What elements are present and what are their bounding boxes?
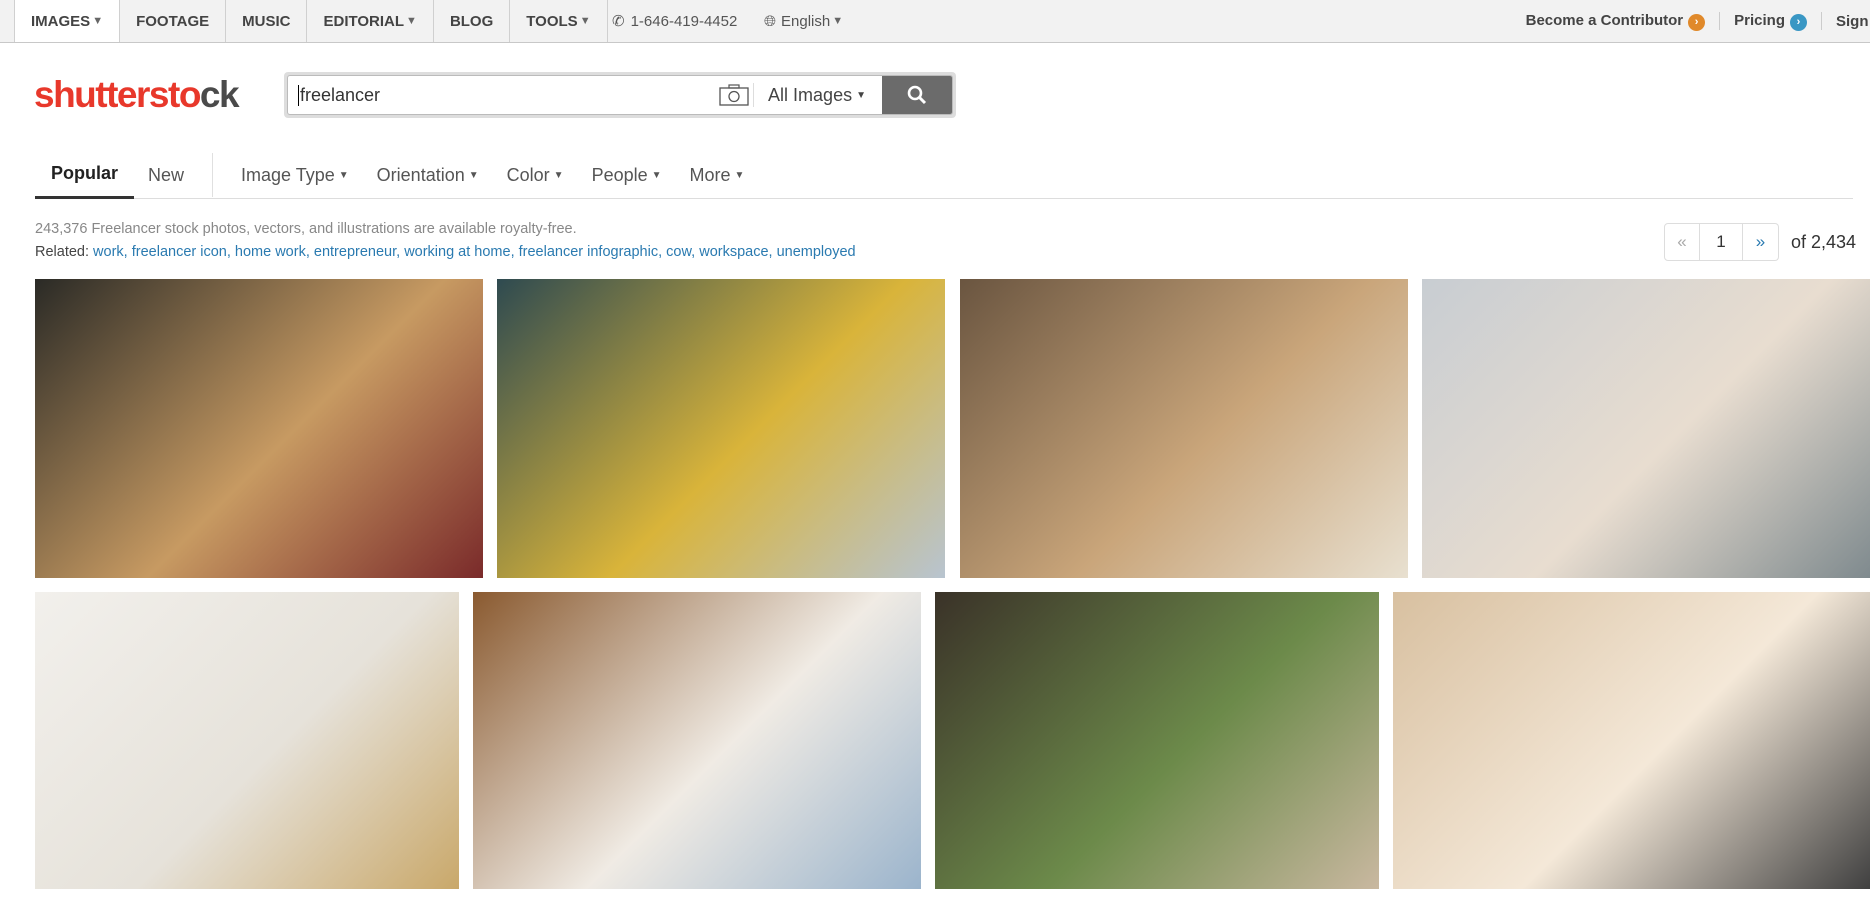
search-button[interactable] [882, 76, 952, 114]
phone-text: 1-646-419-4452 [630, 12, 738, 30]
related-link[interactable]: workspace [699, 244, 768, 260]
separator: , [123, 244, 132, 260]
nav-item-footage[interactable]: FOOTAGE [119, 0, 225, 42]
filter-label: Orientation [376, 164, 465, 185]
pagination: « 1 » of 2,434 [1664, 223, 1856, 261]
search-bar: freelancer All Images ▼ [284, 72, 956, 118]
shutterstock-logo[interactable]: shutterstock [34, 74, 240, 116]
separator: , [305, 244, 314, 260]
search-input[interactable]: freelancer [298, 84, 715, 106]
related-link[interactable]: work [93, 244, 124, 260]
filter-bar: Popular New Image Type ▼ Orientation ▼ Color ▼ P… [35, 152, 1853, 199]
camera-icon[interactable] [715, 82, 753, 108]
logo-text: o [178, 74, 202, 115]
contributor-label: Become a Contributor [1525, 11, 1684, 29]
logo-text: shutterst [34, 74, 180, 115]
nav-item-blog[interactable]: BLOG [432, 0, 509, 42]
nav-item-tools[interactable]: TOOLS ▼ [509, 0, 608, 42]
filter-image-type[interactable]: Image Type ▼ [227, 152, 363, 199]
separator: , [658, 244, 667, 260]
caret-down-icon: ▼ [468, 169, 479, 181]
nav-label: FOOTAGE [136, 12, 210, 30]
related-link[interactable]: unemployed [777, 244, 856, 260]
separator: , [396, 244, 405, 260]
nav-label: MUSIC [242, 12, 291, 30]
result-image[interactable] [35, 592, 459, 889]
separator: , [226, 244, 235, 260]
total-pages: of 2,434 [1791, 231, 1857, 252]
result-image[interactable] [1422, 279, 1870, 578]
result-image[interactable] [35, 279, 483, 578]
caret-down-icon: ▼ [651, 169, 662, 181]
become-contributor-link[interactable]: Become a Contributor › [1526, 12, 1706, 31]
caret-down-icon: ▼ [856, 89, 866, 101]
next-page-button[interactable]: » [1743, 223, 1779, 261]
nav-label: EDITORIAL [323, 12, 405, 30]
related-link[interactable]: entrepreneur [314, 244, 396, 260]
scope-label: All Images [768, 84, 853, 105]
language-label: English [781, 12, 831, 30]
filter-label: Color [506, 164, 550, 185]
sort-tab-new[interactable]: New [134, 152, 198, 199]
caret-down-icon: ▼ [92, 15, 104, 27]
phone-icon: ✆ [612, 13, 625, 30]
result-image[interactable] [935, 592, 1379, 889]
filter-orientation[interactable]: Orientation ▼ [363, 152, 493, 199]
related-link[interactable]: home work [235, 244, 306, 260]
caret-down-icon: ▼ [734, 169, 745, 181]
result-image[interactable] [1393, 592, 1870, 889]
related-searches: Related: work, freelancer icon, home wor… [35, 244, 856, 260]
related-link[interactable]: cow [666, 244, 691, 260]
related-label: Related: [35, 244, 90, 260]
related-link[interactable]: freelancer icon [132, 244, 227, 260]
related-link[interactable]: working at home [404, 244, 510, 260]
nav-item-images[interactable]: IMAGES ▼ [14, 0, 120, 42]
caret-down-icon: ▼ [406, 15, 417, 27]
caret-down-icon: ▼ [832, 15, 844, 27]
logo-text: ck [199, 74, 240, 115]
result-image[interactable] [497, 279, 945, 578]
prev-page-button[interactable]: « [1664, 223, 1700, 261]
search-icon [907, 85, 927, 105]
top-nav: IMAGES ▼ FOOTAGE MUSIC EDITORIAL ▼ BLOG TOOLS ▼ [14, 0, 608, 42]
caret-down-icon: ▼ [338, 169, 349, 181]
pricing-link[interactable]: Pricing › [1734, 12, 1807, 31]
separator: , [510, 244, 519, 260]
filter-people[interactable]: People ▼ [578, 152, 676, 199]
separator: , [768, 244, 777, 260]
result-image[interactable] [960, 279, 1408, 578]
sign-in-link[interactable]: Sign In [1836, 13, 1870, 30]
divider [1719, 12, 1721, 30]
filter-label: Image Type [241, 164, 335, 185]
sort-tab-popular[interactable]: Popular [35, 152, 135, 199]
nav-item-editorial[interactable]: EDITORIAL ▼ [306, 0, 432, 42]
nav-label: IMAGES [31, 12, 91, 30]
result-image[interactable] [473, 592, 921, 889]
top-bar: IMAGES ▼ FOOTAGE MUSIC EDITORIAL ▼ BLOG TOOLS ▼ … [0, 0, 1870, 43]
divider [212, 153, 214, 197]
separator: , [691, 244, 700, 260]
result-count: 243,376 Freelancer stock photos, vectors… [35, 221, 577, 237]
caret-down-icon: ▼ [553, 169, 564, 181]
nav-item-music[interactable]: MUSIC [225, 0, 306, 42]
nav-label: TOOLS [526, 12, 578, 30]
filter-label: More [689, 164, 731, 185]
language-selector[interactable]: 🌐︎ English ▼ [764, 0, 843, 42]
page-input[interactable]: 1 [1700, 223, 1743, 261]
image-type-select[interactable]: All Images ▼ [753, 83, 882, 107]
filter-label: People [591, 164, 648, 185]
nav-label: BLOG [449, 12, 494, 30]
phone-number[interactable]: ✆ 1-646-419-4452 [612, 0, 737, 42]
caret-down-icon: ▼ [579, 15, 591, 27]
filter-more[interactable]: More ▼ [676, 152, 759, 199]
globe-icon: 🌐︎ [764, 12, 777, 30]
chevron-right-icon: › [1688, 13, 1706, 31]
filter-color[interactable]: Color ▼ [493, 152, 578, 199]
divider [1821, 12, 1822, 30]
chevron-right-icon: › [1790, 13, 1807, 31]
related-link[interactable]: freelancer infographic [519, 244, 658, 260]
pricing-label: Pricing [1734, 11, 1785, 29]
